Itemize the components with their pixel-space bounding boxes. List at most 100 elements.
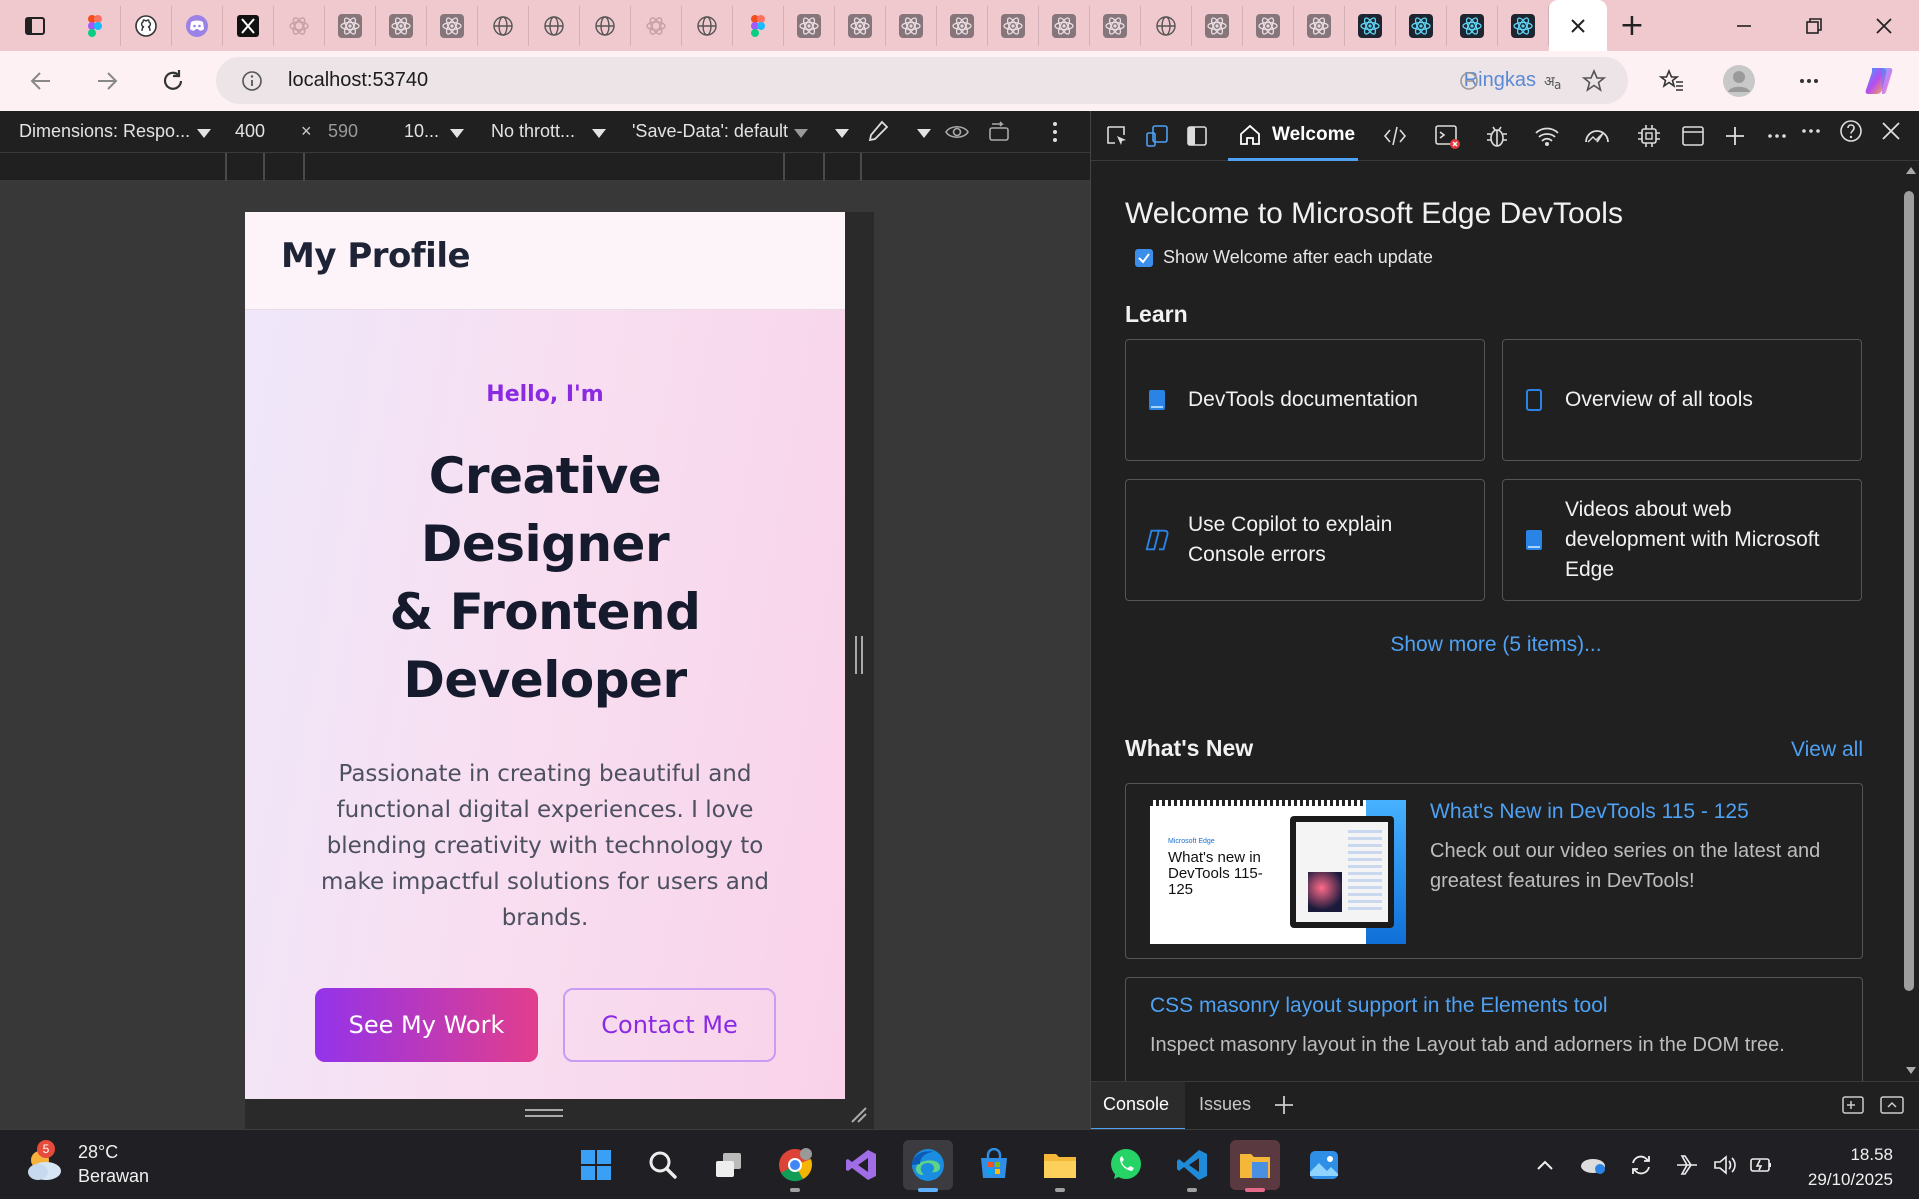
- browser-tab[interactable]: [1192, 5, 1243, 46]
- address-bar[interactable]: localhost:53740 Ringkas अa: [216, 57, 1628, 104]
- browser-tab[interactable]: [223, 5, 274, 46]
- browser-tab[interactable]: [172, 5, 223, 46]
- customize-dots-icon[interactable]: [1797, 117, 1825, 145]
- add-drawer-tab-icon[interactable]: [1273, 1094, 1295, 1116]
- tab-welcome[interactable]: Welcome: [1228, 111, 1358, 161]
- browser-tab[interactable]: [325, 5, 376, 46]
- taskbar-edge[interactable]: [903, 1140, 953, 1192]
- sources-debug-icon[interactable]: [1483, 122, 1511, 150]
- tab-issues[interactable]: Issues: [1199, 1094, 1251, 1115]
- browser-tab[interactable]: [1447, 5, 1498, 46]
- inspect-element-icon[interactable]: [1103, 122, 1131, 150]
- learn-card-overview[interactable]: Overview of all tools: [1502, 339, 1862, 461]
- help-icon[interactable]: [1837, 117, 1865, 145]
- copilot-read-icon[interactable]: [1455, 67, 1483, 95]
- browser-tab-active[interactable]: [1549, 0, 1607, 51]
- volume-icon[interactable]: [1710, 1150, 1740, 1180]
- news-card[interactable]: Microsoft Edge What's new in DevTools 11…: [1125, 783, 1863, 959]
- new-tab-button[interactable]: +: [1607, 0, 1657, 51]
- browser-tab[interactable]: [1498, 5, 1549, 46]
- profile-button[interactable]: [1712, 54, 1766, 108]
- zoom-select[interactable]: 10...: [404, 121, 439, 142]
- dimensions-select[interactable]: Dimensions: Respo...: [19, 121, 190, 142]
- url-text[interactable]: localhost:53740: [288, 69, 428, 92]
- browser-tab[interactable]: [1294, 5, 1345, 46]
- resize-height-handle[interactable]: [525, 1109, 563, 1117]
- height-input[interactable]: 590: [328, 121, 358, 142]
- browser-tab[interactable]: [835, 5, 886, 46]
- taskbar-photos[interactable]: [1299, 1140, 1349, 1190]
- network-icon[interactable]: [1533, 122, 1561, 150]
- close-devtools-icon[interactable]: [1877, 117, 1905, 145]
- learn-card-videos[interactable]: Videos about web development with Micros…: [1502, 479, 1862, 601]
- chevron-down-icon[interactable]: [450, 129, 464, 138]
- close-tab-icon[interactable]: [1568, 16, 1588, 36]
- chevron-down-icon[interactable]: [197, 129, 211, 138]
- scroll-up-icon[interactable]: [1905, 165, 1917, 175]
- width-input[interactable]: 400: [235, 121, 265, 142]
- favorites-button[interactable]: [1644, 54, 1698, 108]
- browser-tab[interactable]: [1090, 5, 1141, 46]
- news-title[interactable]: What's New in DevTools 115 - 125: [1430, 800, 1749, 824]
- site-logo[interactable]: My Profile: [281, 236, 471, 276]
- minimize-button[interactable]: [1709, 0, 1779, 51]
- browser-tab[interactable]: [682, 5, 733, 46]
- see-my-work-button[interactable]: See My Work: [315, 988, 538, 1062]
- taskbar-file-explorer-active[interactable]: [1230, 1140, 1280, 1192]
- taskbar-visual-studio[interactable]: [836, 1140, 886, 1190]
- save-data-select[interactable]: 'Save-Data': default: [632, 121, 788, 142]
- browser-tab[interactable]: [937, 5, 988, 46]
- browser-tab[interactable]: [1039, 5, 1090, 46]
- scroll-down-icon[interactable]: [1905, 1066, 1917, 1076]
- browser-tab[interactable]: [1141, 5, 1192, 46]
- more-vertical-icon[interactable]: [1050, 119, 1060, 145]
- news-card[interactable]: CSS masonry layout support in the Elemen…: [1125, 977, 1863, 1081]
- browser-tab[interactable]: [1345, 5, 1396, 46]
- system-clock[interactable]: 18.58 29/10/2025: [1808, 1142, 1893, 1192]
- start-button[interactable]: [571, 1140, 621, 1190]
- browser-tab[interactable]: [121, 5, 172, 46]
- browser-tab[interactable]: [478, 5, 529, 46]
- settings-more-button[interactable]: [1782, 54, 1836, 108]
- chevron-down-icon[interactable]: [835, 129, 849, 138]
- scrollbar-thumb[interactable]: [1904, 191, 1914, 991]
- battery-icon[interactable]: [1746, 1150, 1776, 1180]
- forward-button[interactable]: [80, 54, 134, 108]
- reload-button[interactable]: [146, 54, 200, 108]
- browser-tab[interactable]: [733, 5, 784, 46]
- sync-icon[interactable]: [1626, 1150, 1656, 1180]
- browser-tab[interactable]: [427, 5, 478, 46]
- browser-tab[interactable]: [376, 5, 427, 46]
- translate-icon[interactable]: अa: [1540, 67, 1568, 95]
- browser-tab[interactable]: [784, 5, 835, 46]
- tab-console[interactable]: Console: [1103, 1094, 1169, 1115]
- device-emulation-icon[interactable]: [1143, 122, 1171, 150]
- memory-icon[interactable]: [1635, 122, 1663, 150]
- search-button[interactable]: [638, 1140, 688, 1190]
- browser-tab[interactable]: [1396, 5, 1447, 46]
- taskbar-whatsapp[interactable]: [1101, 1140, 1151, 1190]
- show-more-link[interactable]: Show more (5 items)...: [1091, 633, 1901, 657]
- browser-tab[interactable]: [529, 5, 580, 46]
- dock-drawer-icon[interactable]: [1839, 1094, 1865, 1116]
- onedrive-icon[interactable]: [1578, 1150, 1608, 1180]
- learn-card-docs[interactable]: DevTools documentation: [1125, 339, 1485, 461]
- copilot-button[interactable]: [1852, 54, 1906, 108]
- console-tab-icon[interactable]: [1433, 122, 1461, 150]
- vision-deficiency-icon[interactable]: [944, 119, 970, 145]
- chevron-down-icon[interactable]: [592, 129, 606, 138]
- show-hidden-icons-button[interactable]: [1530, 1150, 1560, 1180]
- rotate-device-icon[interactable]: [986, 119, 1012, 145]
- performance-icon[interactable]: [1583, 122, 1611, 150]
- view-all-link[interactable]: View all: [1791, 738, 1863, 762]
- back-button[interactable]: [14, 54, 68, 108]
- taskbar-chrome[interactable]: [770, 1140, 820, 1192]
- restore-button[interactable]: [1779, 0, 1849, 51]
- show-welcome-toggle[interactable]: Show Welcome after each update: [1135, 247, 1433, 268]
- browser-tab[interactable]: [886, 5, 937, 46]
- learn-card-copilot[interactable]: Use Copilot to explain Console errors: [1125, 479, 1485, 601]
- browser-tab[interactable]: [274, 5, 325, 46]
- show-welcome-checkbox[interactable]: [1135, 248, 1153, 267]
- close-window-button[interactable]: [1849, 0, 1919, 51]
- airplane-mode-icon[interactable]: [1672, 1150, 1702, 1180]
